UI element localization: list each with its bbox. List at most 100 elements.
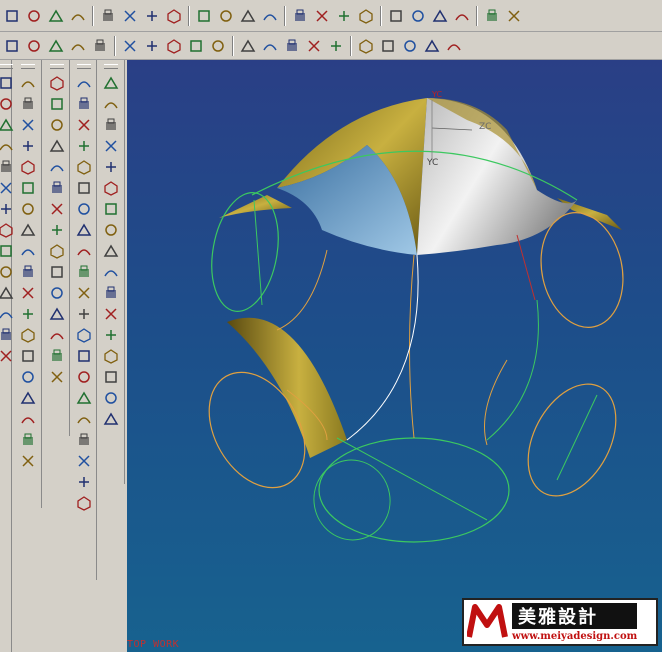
line-icon[interactable] (24, 36, 44, 56)
tool-14-icon[interactable] (102, 326, 120, 344)
chamfer-icon[interactable] (120, 36, 140, 56)
rectangle-icon[interactable] (238, 36, 258, 56)
tool-21-icon[interactable] (19, 452, 37, 470)
tool-20-icon[interactable] (75, 263, 93, 281)
arc-icon[interactable] (46, 36, 66, 56)
tool-5-icon[interactable] (102, 137, 120, 155)
tool-21-icon[interactable] (48, 368, 66, 386)
save-icon[interactable] (46, 6, 66, 26)
tool-12-icon[interactable] (19, 263, 37, 281)
tool-20-icon[interactable] (19, 431, 37, 449)
delete-icon[interactable] (164, 6, 184, 26)
tool-26-icon[interactable] (75, 389, 93, 407)
tool-12-icon[interactable] (75, 95, 93, 113)
copy-icon[interactable] (120, 6, 140, 26)
tool-11-icon[interactable] (102, 263, 120, 281)
view-orient-icon[interactable] (386, 6, 406, 26)
tool-3-icon[interactable] (19, 74, 37, 92)
point-icon[interactable] (2, 36, 22, 56)
undo-icon[interactable] (194, 6, 214, 26)
tool-13-icon[interactable] (0, 347, 15, 365)
tool-15-icon[interactable] (102, 347, 120, 365)
tool-16-icon[interactable] (19, 347, 37, 365)
info-icon[interactable] (482, 6, 502, 26)
tool-12-icon[interactable] (102, 284, 120, 302)
tool-17-icon[interactable] (102, 389, 120, 407)
tool-18-icon[interactable] (48, 305, 66, 323)
tool-17-icon[interactable] (48, 284, 66, 302)
tool-17-icon[interactable] (75, 200, 93, 218)
graphics-viewport[interactable]: ZC YC YC TOP WORK (127, 60, 662, 652)
tool-16-icon[interactable] (48, 263, 66, 281)
redo-icon[interactable] (216, 6, 236, 26)
extend-icon[interactable] (164, 36, 184, 56)
tool-8-icon[interactable] (48, 95, 66, 113)
open-icon[interactable] (24, 6, 44, 26)
tool-20-icon[interactable] (48, 347, 66, 365)
wireframe-icon[interactable] (356, 6, 376, 26)
tool-7-icon[interactable] (19, 158, 37, 176)
tool-25-icon[interactable] (75, 368, 93, 386)
tool-3-icon[interactable] (0, 137, 15, 155)
fit-icon[interactable] (238, 6, 258, 26)
tool-13-icon[interactable] (75, 116, 93, 134)
tool-13-icon[interactable] (19, 284, 37, 302)
tool-0-icon[interactable] (0, 74, 15, 92)
tool-11-icon[interactable] (75, 74, 93, 92)
tool-4-icon[interactable] (102, 116, 120, 134)
fillet-icon[interactable] (90, 36, 110, 56)
tool-15-icon[interactable] (75, 158, 93, 176)
ellipse-icon[interactable] (282, 36, 302, 56)
toolbar-grip[interactable] (0, 64, 13, 69)
tool-2-icon[interactable] (102, 74, 120, 92)
tool-16-icon[interactable] (102, 368, 120, 386)
tool-6-icon[interactable] (0, 200, 15, 218)
tool-8-icon[interactable] (19, 179, 37, 197)
cut-icon[interactable] (98, 6, 118, 26)
tool-22-icon[interactable] (75, 305, 93, 323)
tool-19-icon[interactable] (75, 242, 93, 260)
tool-31-icon[interactable] (75, 494, 93, 512)
zoom-window-icon[interactable] (260, 6, 280, 26)
print-icon[interactable] (68, 6, 88, 26)
tool-29-icon[interactable] (75, 452, 93, 470)
polygon-icon[interactable] (186, 36, 206, 56)
tool-18-icon[interactable] (19, 389, 37, 407)
tool-4-icon[interactable] (0, 158, 15, 176)
tool-8-icon[interactable] (0, 242, 15, 260)
offset-icon[interactable] (304, 36, 324, 56)
new-icon[interactable] (2, 6, 22, 26)
tool-9-icon[interactable] (0, 263, 15, 281)
tool-9-icon[interactable] (48, 116, 66, 134)
tool-11-icon[interactable] (0, 305, 15, 323)
tool-5-icon[interactable] (19, 116, 37, 134)
tool-14-icon[interactable] (19, 305, 37, 323)
shaded-icon[interactable] (408, 6, 428, 26)
tool-14-icon[interactable] (48, 221, 66, 239)
trim-icon[interactable] (142, 36, 162, 56)
paste-icon[interactable] (142, 6, 162, 26)
circle-icon[interactable] (260, 36, 280, 56)
tool-15-icon[interactable] (19, 326, 37, 344)
tool-23-icon[interactable] (75, 326, 93, 344)
tool-12-icon[interactable] (48, 179, 66, 197)
tool-7-icon[interactable] (0, 221, 15, 239)
mirror-icon[interactable] (326, 36, 346, 56)
tool-9-icon[interactable] (19, 200, 37, 218)
curve-icon[interactable] (208, 36, 228, 56)
tool-10-icon[interactable] (19, 221, 37, 239)
tool-6-icon[interactable] (102, 158, 120, 176)
toolbar-grip[interactable] (76, 64, 91, 69)
toolbar-grip[interactable] (20, 64, 35, 69)
tool-19-icon[interactable] (48, 326, 66, 344)
section-icon[interactable] (422, 36, 442, 56)
zoom-icon[interactable] (290, 6, 310, 26)
tool-13-icon[interactable] (48, 200, 66, 218)
tool-9-icon[interactable] (102, 221, 120, 239)
bridge-icon[interactable] (400, 36, 420, 56)
analysis-icon[interactable] (504, 6, 524, 26)
tool-7-icon[interactable] (48, 74, 66, 92)
tool-2-icon[interactable] (0, 116, 15, 134)
tool-13-icon[interactable] (102, 305, 120, 323)
tool-15-icon[interactable] (48, 242, 66, 260)
